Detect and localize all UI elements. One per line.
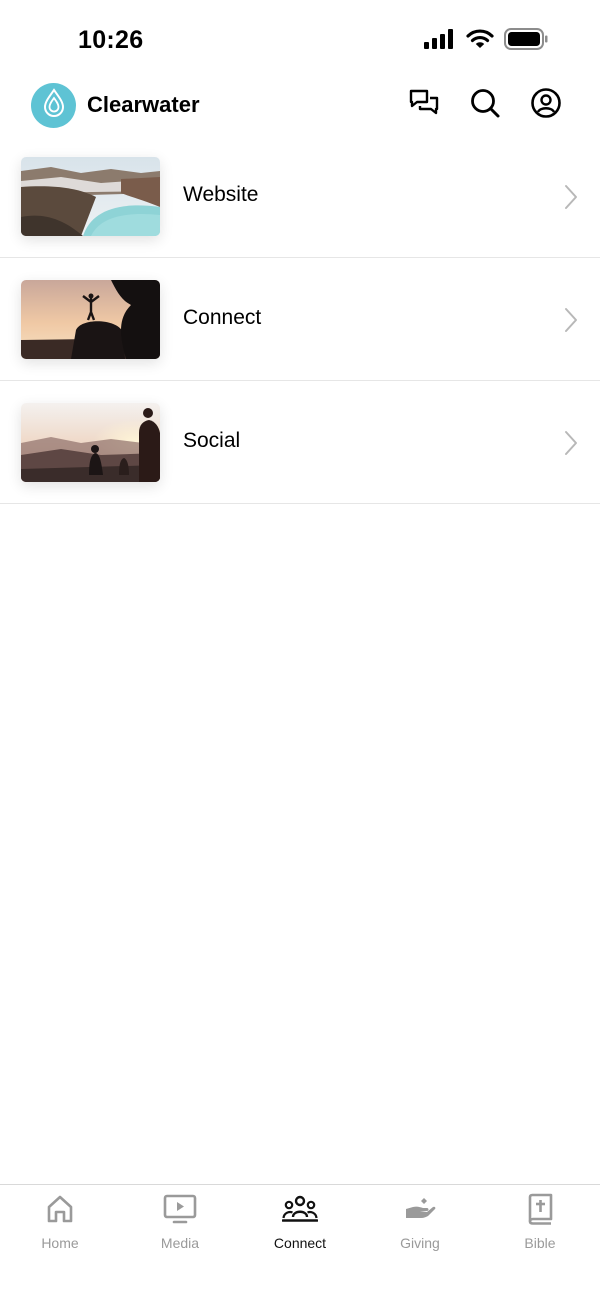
tab-bar: Home Media Connect Giving Bible [0, 1184, 600, 1300]
tab-label: Bible [524, 1235, 556, 1251]
status-time: 10:26 [78, 26, 144, 54]
app-header: Clearwater [0, 80, 600, 134]
tab-label: Media [160, 1235, 200, 1251]
list-item-label: Social [183, 429, 241, 452]
tab-giving[interactable]: Giving [360, 1185, 480, 1300]
tab-home[interactable]: Home [0, 1185, 120, 1300]
home-icon [46, 1194, 74, 1229]
list-item-label: Website [183, 183, 259, 206]
profile-button[interactable] [530, 87, 562, 124]
status-bar: 10:26 [0, 0, 600, 80]
water-drop-icon [41, 88, 67, 123]
tab-label: Home [41, 1235, 79, 1251]
connect-list: Website Connect Social [0, 135, 600, 504]
list-item-social[interactable]: Social [0, 381, 600, 504]
media-play-icon [163, 1194, 197, 1229]
people-icon [281, 1195, 319, 1228]
tab-label: Giving [400, 1235, 440, 1251]
tab-label: Connect [273, 1235, 327, 1251]
crater-lake-thumbnail [21, 157, 160, 236]
chat-icon [408, 88, 440, 123]
list-item-connect[interactable]: Connect [0, 258, 600, 381]
messages-button[interactable] [408, 89, 440, 121]
giving-hand-icon [404, 1197, 436, 1226]
bible-icon [526, 1193, 554, 1230]
tab-connect[interactable]: Connect [240, 1185, 360, 1300]
wifi-icon [466, 29, 494, 49]
battery-icon [504, 28, 548, 50]
mountain-sunset-thumbnail [21, 403, 160, 482]
search-icon [469, 87, 501, 124]
app-logo[interactable] [31, 83, 76, 128]
profile-icon [530, 87, 562, 124]
list-item-website[interactable]: Website [0, 135, 600, 258]
sunset-silhouette-thumbnail [21, 280, 160, 359]
search-button[interactable] [469, 87, 501, 124]
chevron-right-icon [564, 430, 578, 461]
tab-media[interactable]: Media [120, 1185, 240, 1300]
status-icons [424, 28, 548, 50]
list-item-label: Connect [183, 306, 262, 329]
app-title: Clearwater [87, 92, 200, 117]
chevron-right-icon [564, 307, 578, 338]
tab-bible[interactable]: Bible [480, 1185, 600, 1300]
chevron-right-icon [564, 184, 578, 215]
signal-icon [424, 29, 456, 49]
